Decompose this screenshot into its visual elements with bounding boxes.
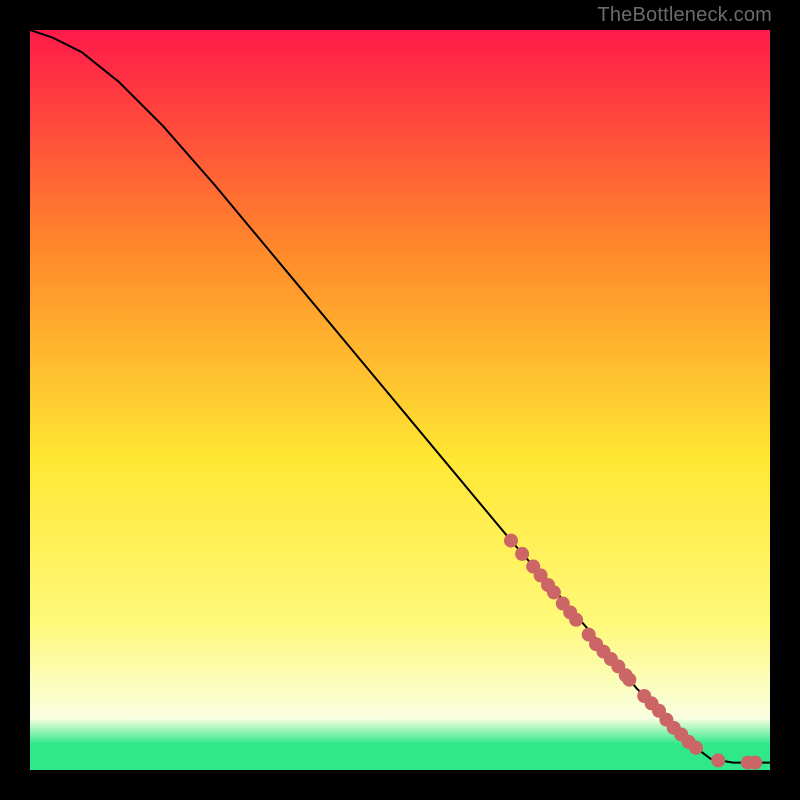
marker-point [515, 547, 529, 561]
plot-area [30, 30, 770, 770]
marker-point [689, 741, 703, 755]
marker-point [569, 613, 583, 627]
chart-frame: TheBottleneck.com [0, 0, 800, 800]
attribution-label: TheBottleneck.com [597, 4, 772, 27]
gradient-background [30, 30, 770, 770]
marker-point [504, 534, 518, 548]
marker-point [711, 753, 725, 767]
marker-point [748, 756, 762, 770]
chart-svg [30, 30, 770, 770]
marker-point [547, 585, 561, 599]
marker-point [622, 673, 636, 687]
